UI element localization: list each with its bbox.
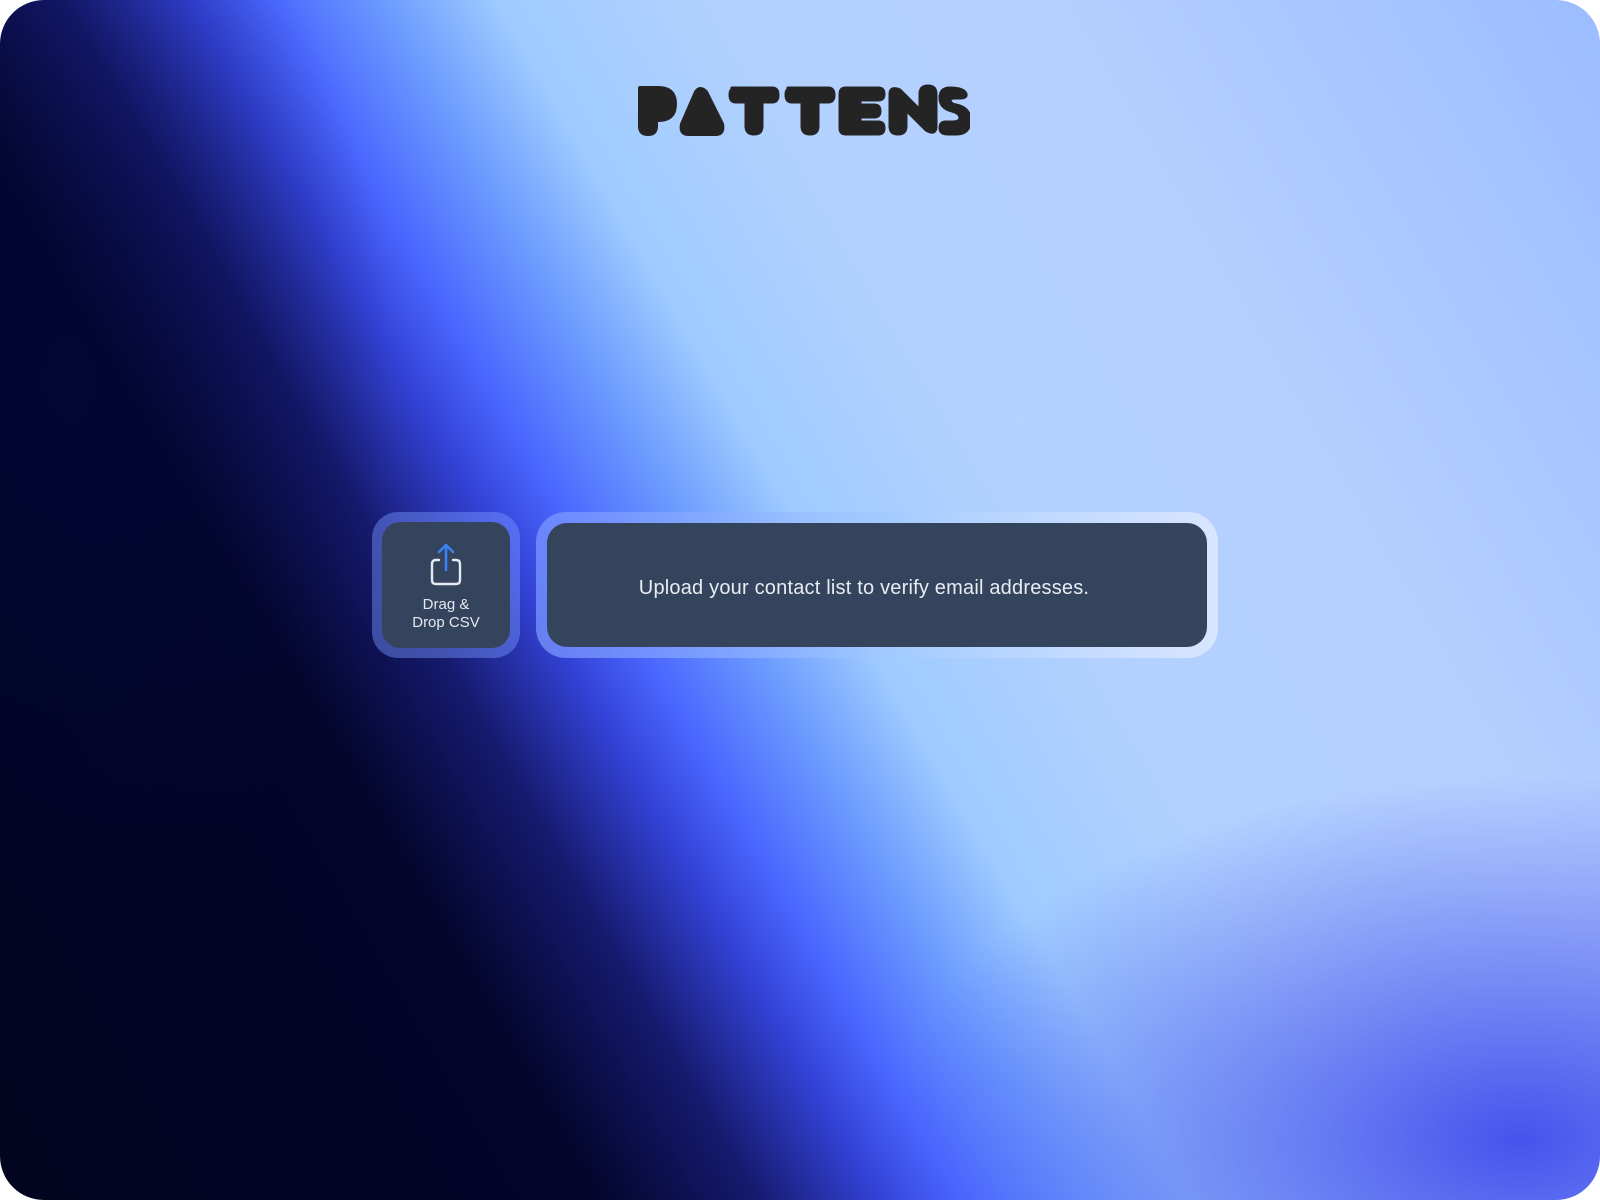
dropzone-label-line2: Drop CSV xyxy=(412,614,480,631)
app-screen: Drag & Drop CSV Upload your contact list… xyxy=(0,0,1600,1200)
dropzone-label: Drag & Drop CSV xyxy=(406,596,486,632)
brand-header xyxy=(0,80,1600,145)
brand-logo xyxy=(638,84,970,136)
csv-dropzone-button[interactable]: Drag & Drop CSV xyxy=(382,522,510,648)
upload-share-icon xyxy=(430,543,462,586)
upload-row: Drag & Drop CSV Upload your contact list… xyxy=(372,512,1218,658)
dropzone-label-line1: Drag & xyxy=(422,596,470,613)
message-panel: Upload your contact list to verify email… xyxy=(547,523,1207,647)
message-panel-frame: Upload your contact list to verify email… xyxy=(536,512,1218,658)
upload-dropzone-frame: Drag & Drop CSV xyxy=(372,512,520,658)
upload-instruction-text: Upload your contact list to verify email… xyxy=(638,576,1090,599)
